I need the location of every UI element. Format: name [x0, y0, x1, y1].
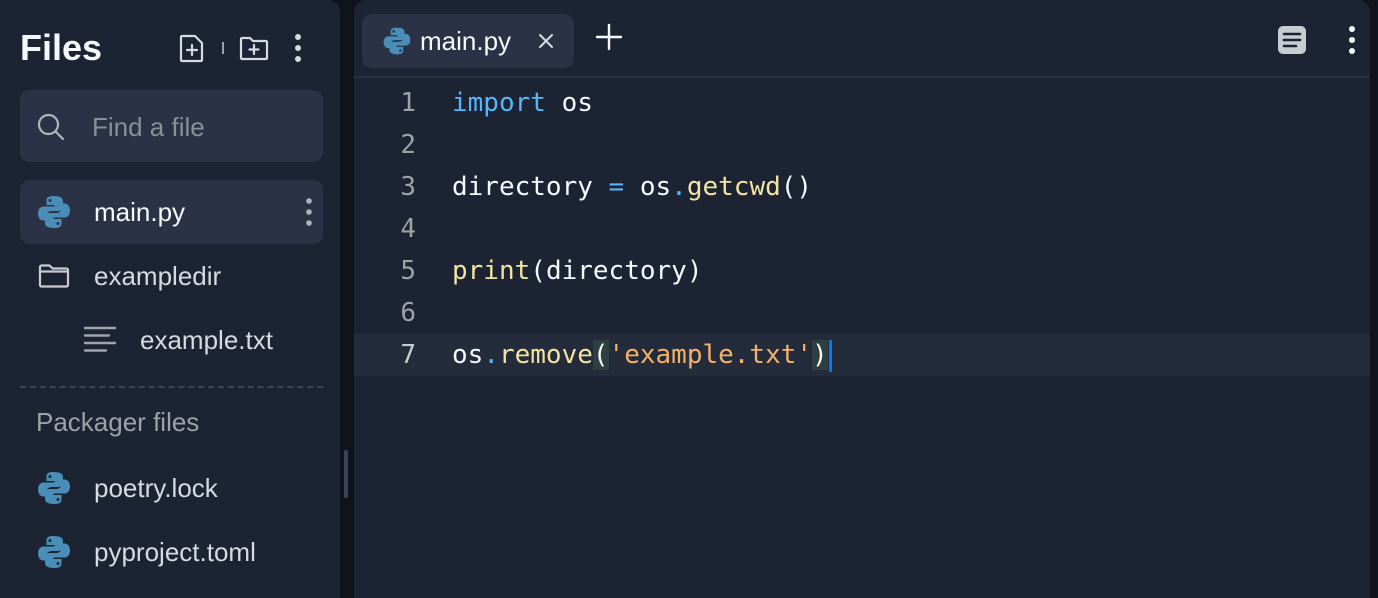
file-tree-panel: Files Find a file main.py exampledir exa…: [0, 0, 340, 598]
search-icon: [37, 113, 65, 141]
new-folder-icon: [239, 36, 269, 61]
files-title: Files: [20, 27, 103, 68]
text-file-icon: [83, 326, 117, 352]
line-number: 7: [400, 340, 416, 370]
more-vertical-icon: [1349, 26, 1355, 54]
search-input[interactable]: [90, 108, 314, 146]
file-item-label: pyproject.toml: [94, 537, 256, 567]
code-text: import os: [452, 88, 593, 118]
code-line: 1 import os: [354, 82, 1370, 124]
text-cursor: [828, 339, 832, 372]
current-code-line: 7 os.remove('example.txt'): [354, 334, 1370, 376]
code-line: 4: [354, 208, 1370, 250]
line-number: 5: [400, 256, 416, 286]
file-item-poetry-lock[interactable]: poetry.lock: [20, 456, 323, 520]
more-vertical-icon: [306, 198, 312, 226]
more-vertical-icon: [295, 34, 301, 62]
panel-resize-handle[interactable]: [344, 450, 348, 498]
close-tab-button[interactable]: [534, 29, 558, 58]
file-item-label: exampledir: [94, 261, 222, 291]
code-text: print(directory): [452, 256, 703, 286]
code-line: 2: [354, 124, 1370, 166]
code-text: directory = os.getcwd(): [452, 172, 813, 202]
line-number: 3: [400, 172, 416, 202]
python-icon: [383, 27, 411, 55]
editor-menu-button[interactable]: [1334, 22, 1370, 58]
document-lines-icon: [1278, 26, 1306, 54]
file-search: [20, 90, 323, 162]
tab-label: main.py: [420, 26, 512, 56]
file-item-label: poetry.lock: [94, 473, 218, 503]
code-text: os.remove('example.txt'): [452, 334, 832, 376]
line-number: 2: [400, 130, 416, 160]
editor-tab-bar: main.py: [354, 0, 1370, 78]
new-tab-button[interactable]: [594, 22, 624, 57]
new-file-button[interactable]: [174, 30, 210, 66]
code-line: 6: [354, 292, 1370, 334]
file-item-label: main.py: [94, 197, 186, 227]
line-number: 6: [400, 298, 416, 328]
python-icon: [38, 536, 70, 568]
editor-tools: [1250, 22, 1370, 58]
section-divider: [20, 386, 323, 388]
format-button[interactable]: [1274, 22, 1310, 58]
file-menu-button[interactable]: [305, 194, 313, 235]
tab-main-py[interactable]: main.py: [362, 14, 574, 68]
python-icon: [38, 472, 70, 504]
file-item-main-py[interactable]: main.py: [20, 180, 323, 244]
line-number: 1: [400, 88, 416, 118]
python-icon: [38, 196, 70, 228]
plus-icon: [595, 23, 623, 51]
files-menu-button[interactable]: [280, 30, 316, 66]
file-item-example-txt[interactable]: example.txt: [20, 308, 323, 372]
folder-icon: [38, 264, 70, 288]
actions-separator: [222, 42, 224, 54]
file-item-pyproject-toml[interactable]: pyproject.toml: [20, 520, 323, 584]
close-icon: [539, 34, 553, 48]
code-line: 5 print(directory): [354, 250, 1370, 292]
line-number: 4: [400, 214, 416, 244]
code-area[interactable]: 1 import os 2 3 directory = os.getcwd() …: [354, 82, 1370, 376]
new-file-icon: [179, 34, 204, 63]
file-item-label: example.txt: [140, 325, 273, 355]
code-editor-panel: main.py 1 import os 2 3 directory = os.g…: [354, 0, 1370, 598]
code-line: 3 directory = os.getcwd(): [354, 166, 1370, 208]
file-actions: [174, 30, 316, 66]
new-folder-button[interactable]: [236, 30, 272, 66]
packager-files-heading: Packager files: [36, 407, 200, 437]
folder-item-exampledir[interactable]: exampledir: [20, 244, 323, 308]
